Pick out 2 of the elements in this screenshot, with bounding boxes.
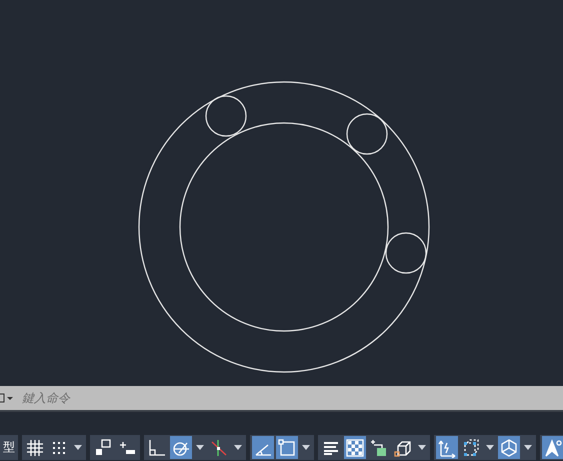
command-input[interactable]: 鍵入命令	[22, 391, 222, 405]
model-tab[interactable]: 型	[0, 435, 18, 460]
